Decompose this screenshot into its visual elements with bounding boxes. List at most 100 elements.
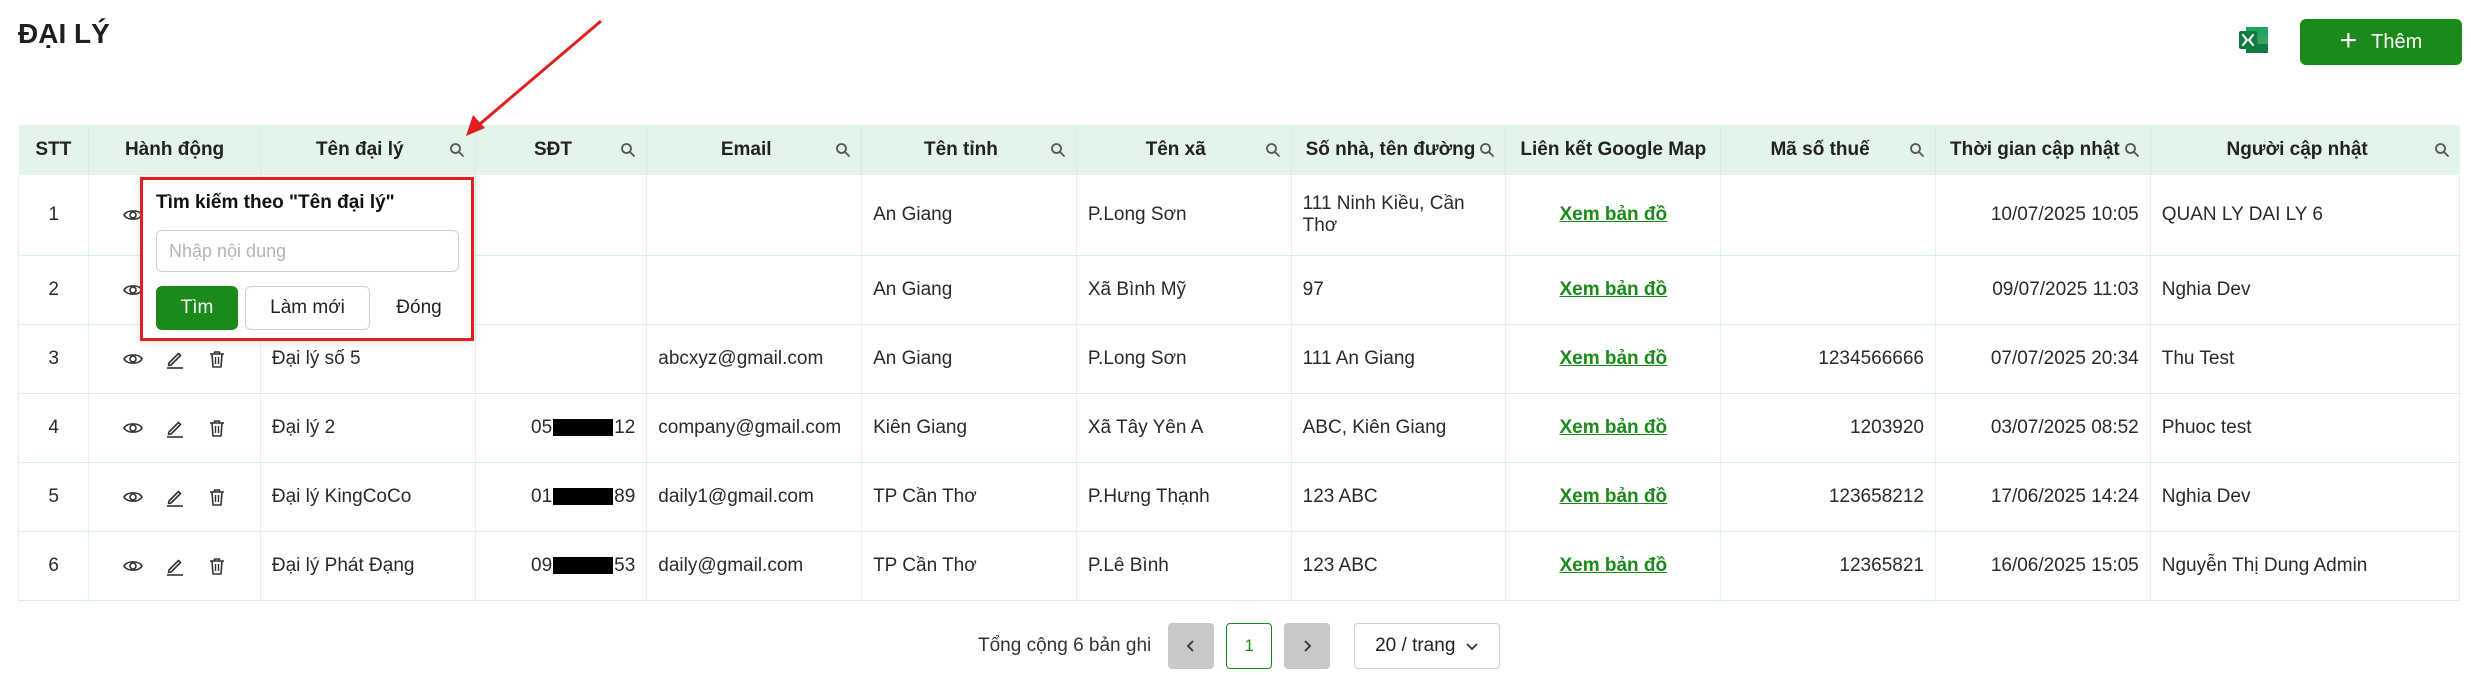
prev-page-button[interactable]	[1168, 623, 1215, 669]
edit-icon[interactable]	[164, 417, 186, 439]
cell-province: Kiên Giang	[861, 393, 1077, 463]
col-header-province: Tên tỉnh	[861, 125, 1077, 175]
cell-map: Xem bản đồ	[1505, 324, 1722, 394]
search-icon[interactable]	[2434, 142, 2450, 158]
trash-icon[interactable]	[206, 486, 228, 508]
cell-address: 97	[1291, 255, 1507, 325]
cell-commune: Xã Tây Yên A	[1076, 393, 1292, 463]
edit-icon[interactable]	[164, 486, 186, 508]
cell-map: Xem bản đồ	[1505, 175, 1722, 256]
cell-map: Xem bản đồ	[1505, 462, 1722, 532]
page-size-value: 20 / trang	[1375, 635, 1456, 656]
edit-icon[interactable]	[164, 348, 186, 370]
trash-icon[interactable]	[206, 348, 228, 370]
cell-email	[646, 175, 863, 256]
trash-icon[interactable]	[206, 555, 228, 577]
search-icon[interactable]	[2124, 142, 2140, 158]
table-row: 6 Đại lý Phát Đạng 09 53 daily@gmail.com …	[17, 531, 2461, 601]
table-row: 5 Đại lý KingCoCo 01 89 daily1@gmail.com …	[17, 462, 2461, 532]
cell-updated: 07/07/2025 20:34	[1935, 324, 2151, 394]
col-header-email: Email	[646, 125, 863, 175]
chevron-down-icon	[1466, 643, 1479, 651]
cell-province: An Giang	[861, 324, 1077, 394]
cell-province: TP Cần Thơ	[861, 462, 1077, 532]
cell-commune: P.Long Sơn	[1076, 324, 1292, 394]
page-size-select[interactable]: 20 / trang	[1354, 623, 1501, 669]
col-header-name: Tên đại lý	[260, 125, 476, 175]
eye-icon[interactable]	[122, 555, 144, 577]
cell-updater: Phuoc test	[2150, 393, 2461, 463]
name-search-popup: Tìm kiếm theo "Tên đại lý" Tìm Làm mới Đ…	[140, 177, 474, 341]
plus-icon: +	[2339, 23, 2358, 57]
cell-phone	[475, 175, 648, 256]
cell-address: 123 ABC	[1291, 462, 1507, 532]
add-button-label: Thêm	[2371, 30, 2423, 53]
cell-actions	[88, 462, 261, 532]
cell-stt: 5	[17, 462, 90, 532]
cell-stt: 2	[17, 255, 90, 325]
cell-email: company@gmail.com	[646, 393, 863, 463]
cell-address: 123 ABC	[1291, 531, 1507, 601]
search-icon[interactable]	[620, 142, 636, 158]
cell-phone: 09 53	[475, 531, 648, 601]
total-records: Tổng cộng 6 bản ghi	[978, 635, 1152, 656]
next-page-button[interactable]	[1284, 623, 1331, 669]
annotation-arrow-icon	[466, 19, 602, 136]
page-number-button[interactable]: 1	[1226, 623, 1273, 669]
cell-map: Xem bản đồ	[1505, 531, 1722, 601]
col-header-tax: Mã số thuế	[1720, 125, 1936, 175]
add-button[interactable]: + Thêm	[2300, 19, 2462, 65]
col-header-address: Số nhà, tên đường	[1291, 125, 1507, 175]
col-header-actions: Hành động	[88, 125, 261, 175]
cell-stt: 4	[17, 393, 90, 463]
map-link[interactable]: Xem bản đồ	[1559, 279, 1667, 300]
cell-tax	[1720, 255, 1936, 325]
cell-province: TP Cần Thơ	[861, 531, 1077, 601]
chevron-right-icon	[1304, 640, 1312, 652]
search-icon[interactable]	[1050, 142, 1066, 158]
cell-tax	[1720, 175, 1936, 256]
chevron-left-icon	[1186, 640, 1194, 652]
close-button[interactable]: Đóng	[377, 286, 461, 330]
trash-icon[interactable]	[206, 417, 228, 439]
map-link[interactable]: Xem bản đồ	[1559, 486, 1667, 507]
cell-updated: 09/07/2025 11:03	[1935, 255, 2151, 325]
excel-export-button[interactable]	[2236, 22, 2272, 58]
eye-icon[interactable]	[122, 417, 144, 439]
cell-actions	[88, 393, 261, 463]
map-link[interactable]: Xem bản đồ	[1559, 204, 1667, 225]
pagination: Tổng cộng 6 bản ghi 1 20 / trang	[978, 623, 1501, 669]
cell-updater: Nghia Dev	[2150, 462, 2461, 532]
search-icon[interactable]	[449, 142, 465, 158]
cell-name: Đại lý KingCoCo	[260, 462, 476, 532]
phone-redaction	[553, 557, 614, 575]
phone-redaction	[553, 419, 614, 437]
map-link[interactable]: Xem bản đồ	[1559, 555, 1667, 576]
cell-commune: P.Lê Bình	[1076, 531, 1292, 601]
cell-actions	[88, 531, 261, 601]
cell-email: abcxyz@gmail.com	[646, 324, 863, 394]
search-icon[interactable]	[1479, 142, 1495, 158]
col-header-updated: Thời gian cập nhật	[1935, 125, 2151, 175]
cell-updated: 10/07/2025 10:05	[1935, 175, 2151, 256]
name-search-input[interactable]	[156, 230, 459, 272]
cell-map: Xem bản đồ	[1505, 393, 1722, 463]
reset-button[interactable]: Làm mới	[245, 286, 370, 330]
search-icon[interactable]	[1265, 142, 1281, 158]
map-link[interactable]: Xem bản đồ	[1559, 348, 1667, 369]
search-button[interactable]: Tìm	[156, 286, 238, 330]
eye-icon[interactable]	[122, 348, 144, 370]
eye-icon[interactable]	[122, 486, 144, 508]
edit-icon[interactable]	[164, 555, 186, 577]
cell-updater: QUAN LY DAI LY 6	[2150, 175, 2461, 256]
excel-export-icon	[2239, 27, 2268, 53]
cell-stt: 6	[17, 531, 90, 601]
search-icon[interactable]	[1909, 142, 1925, 158]
table-header-row: STT Hành động Tên đại lý SĐT Email Tên t…	[18, 125, 2460, 175]
cell-updated: 16/06/2025 15:05	[1935, 531, 2151, 601]
map-link[interactable]: Xem bản đồ	[1559, 417, 1667, 438]
search-icon[interactable]	[835, 142, 851, 158]
cell-updated: 03/07/2025 08:52	[1935, 393, 2151, 463]
cell-province: An Giang	[861, 255, 1077, 325]
cell-email: daily@gmail.com	[646, 531, 863, 601]
